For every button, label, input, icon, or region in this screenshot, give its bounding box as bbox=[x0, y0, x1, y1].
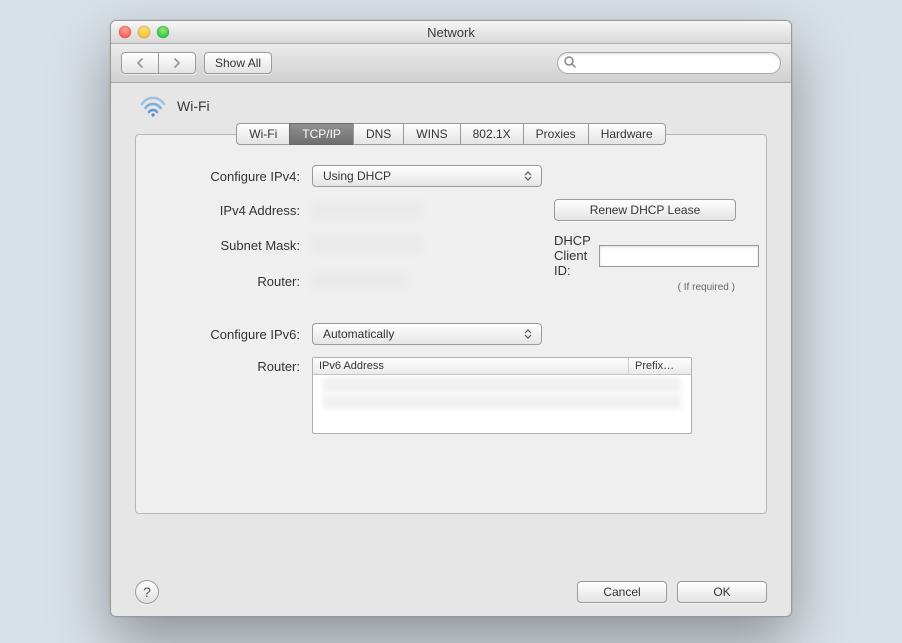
tab-tcpip[interactable]: TCP/IP bbox=[289, 123, 353, 145]
configure-ipv6-value: Automatically bbox=[323, 327, 394, 341]
configure-ipv6-popup[interactable]: Automatically bbox=[312, 323, 542, 345]
configure-ipv4-popup[interactable]: Using DHCP bbox=[312, 165, 542, 187]
router-v4-value bbox=[312, 273, 407, 289]
ipv6-table-header: IPv6 Address Prefix… bbox=[313, 358, 691, 375]
ok-button[interactable]: OK bbox=[677, 581, 767, 603]
zoom-window-button[interactable] bbox=[157, 26, 169, 38]
tab-hardware[interactable]: Hardware bbox=[588, 123, 666, 145]
dhcp-client-id-input[interactable] bbox=[599, 245, 759, 267]
tabstrip: Wi-Fi TCP/IP DNS WINS 802.1X Proxies Har… bbox=[135, 123, 767, 145]
subnet-mask-value bbox=[312, 237, 422, 253]
preferences-window: Network Show All bbox=[110, 20, 792, 617]
ipv4-address-value bbox=[312, 202, 422, 218]
tab-wins[interactable]: WINS bbox=[403, 123, 459, 145]
search-icon bbox=[563, 55, 577, 69]
show-all-button[interactable]: Show All bbox=[204, 52, 272, 74]
wifi-icon bbox=[139, 95, 167, 117]
chevron-left-icon bbox=[136, 58, 144, 68]
ipv6-table: IPv6 Address Prefix… bbox=[312, 357, 692, 434]
tab-proxies[interactable]: Proxies bbox=[523, 123, 588, 145]
ipv6-col-address[interactable]: IPv6 Address bbox=[313, 358, 629, 374]
ipv6-row bbox=[323, 378, 681, 392]
chevron-right-icon bbox=[173, 58, 181, 68]
help-button[interactable]: ? bbox=[135, 580, 159, 604]
help-icon: ? bbox=[143, 584, 151, 600]
router-v4-label: Router: bbox=[160, 274, 300, 289]
titlebar: Network bbox=[111, 21, 791, 44]
search-input[interactable] bbox=[557, 52, 781, 74]
form-grid: Configure IPv4: Using DHCP IPv4 Address:… bbox=[160, 165, 742, 434]
router-v6-label: Router: bbox=[160, 357, 300, 374]
configure-ipv4-label: Configure IPv4: bbox=[160, 169, 300, 184]
back-button[interactable] bbox=[121, 52, 158, 74]
configure-ipv6-label: Configure IPv6: bbox=[160, 327, 300, 342]
pane-body: Wi-Fi Wi-Fi TCP/IP DNS WINS 802.1X Proxi… bbox=[111, 83, 791, 617]
traffic-lights bbox=[111, 26, 169, 38]
subnet-mask-label: Subnet Mask: bbox=[160, 238, 300, 253]
ipv6-col-prefix[interactable]: Prefix… bbox=[629, 358, 691, 374]
dhcp-client-id-label: DHCP Client ID: bbox=[554, 233, 591, 278]
configure-ipv4-value: Using DHCP bbox=[323, 169, 391, 183]
interface-header: Wi-Fi bbox=[139, 95, 767, 117]
window-title: Network bbox=[111, 25, 791, 40]
ipv6-table-body[interactable] bbox=[313, 378, 691, 433]
ipv4-address-label: IPv4 Address: bbox=[160, 203, 300, 218]
popup-arrows-icon bbox=[521, 329, 535, 339]
ipv6-row bbox=[323, 395, 681, 409]
popup-arrows-icon bbox=[521, 171, 535, 181]
cancel-button[interactable]: Cancel bbox=[577, 581, 667, 603]
nav-buttons bbox=[121, 52, 196, 74]
tab-wifi[interactable]: Wi-Fi bbox=[236, 123, 289, 145]
toolbar: Show All bbox=[111, 44, 791, 83]
search-wrap bbox=[557, 52, 781, 74]
interface-name: Wi-Fi bbox=[177, 98, 210, 114]
minimize-window-button[interactable] bbox=[138, 26, 150, 38]
bottom-bar: ? Cancel OK bbox=[111, 580, 791, 604]
close-window-button[interactable] bbox=[119, 26, 131, 38]
tab-dns[interactable]: DNS bbox=[353, 123, 403, 145]
tab-8021x[interactable]: 802.1X bbox=[460, 123, 523, 145]
forward-button[interactable] bbox=[158, 52, 196, 74]
renew-dhcp-lease-button[interactable]: Renew DHCP Lease bbox=[554, 199, 736, 221]
tcpip-pane: Configure IPv4: Using DHCP IPv4 Address:… bbox=[135, 134, 767, 514]
if-required-hint: ( If required ) bbox=[678, 282, 735, 293]
